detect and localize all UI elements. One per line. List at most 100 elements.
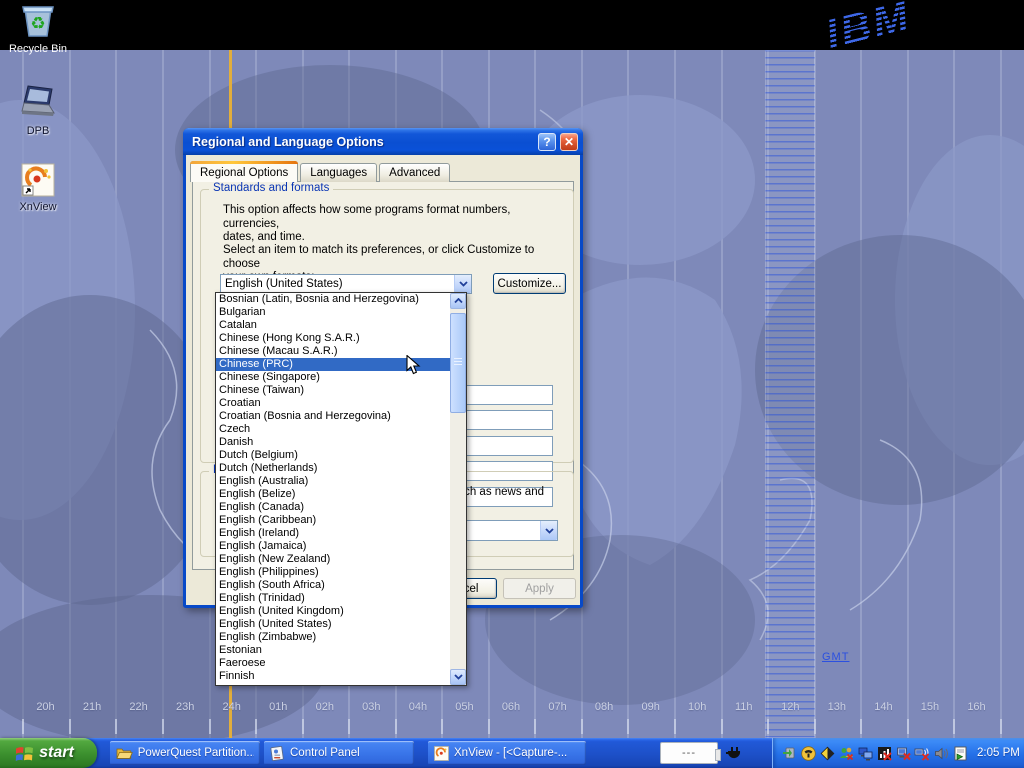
timezone-label: 08h: [590, 701, 618, 713]
timezone-tick: [115, 719, 117, 734]
timezone-label: 23h: [171, 701, 199, 713]
language-option[interactable]: English (Australia): [216, 475, 450, 488]
timezone-label: 02h: [311, 701, 339, 713]
language-option[interactable]: English (Canada): [216, 501, 450, 514]
desktop-icon-recycle-bin[interactable]: ♻ Recycle Bin: [0, 3, 76, 57]
folder-icon: [116, 746, 133, 760]
taskbar-task-powerquest[interactable]: PowerQuest Partition...: [110, 741, 260, 765]
language-option[interactable]: Dutch (Netherlands): [216, 462, 450, 475]
timezone-tick: [348, 719, 350, 734]
language-option[interactable]: Croatian (Bosnia and Herzegovina): [216, 410, 450, 423]
start-button[interactable]: start: [0, 738, 97, 768]
taskbar-clock[interactable]: 2:05 PM: [977, 747, 1020, 759]
language-option[interactable]: English (Jamaica): [216, 540, 450, 553]
timezone-tick: [69, 719, 71, 734]
network-disconnected-icon[interactable]: [895, 745, 911, 761]
dialup-icon[interactable]: [800, 745, 816, 761]
language-option[interactable]: Dutch (Belgium): [216, 449, 450, 462]
language-option[interactable]: English (Belize): [216, 488, 450, 501]
language-option[interactable]: Bosnian (Latin, Bosnia and Herzegovina): [216, 293, 450, 306]
timezone-label: 07h: [544, 701, 572, 713]
chevron-down-icon[interactable]: [540, 521, 557, 540]
ac-plug-icon: [725, 745, 743, 761]
language-option[interactable]: English (Caribbean): [216, 514, 450, 527]
customize-button[interactable]: Customize...: [493, 273, 566, 294]
timezone-label: 12h: [776, 701, 804, 713]
timezone-tick: [860, 719, 862, 734]
volume-icon[interactable]: [933, 745, 949, 761]
timezone-label: 11h: [730, 701, 758, 713]
windows-flag-icon: [15, 745, 34, 762]
ibm-logo: IBM: [821, 0, 961, 50]
dialog-titlebar[interactable]: Regional and Language Options ? ✕: [183, 128, 583, 155]
timezone-tick: [22, 719, 24, 734]
language-option[interactable]: Bulgarian: [216, 306, 450, 319]
timezone-tick: [721, 719, 723, 734]
language-option[interactable]: Czech: [216, 423, 450, 436]
scheduler-icon[interactable]: [952, 745, 968, 761]
system-tray: 2:05 PM: [772, 738, 1024, 768]
scroll-up-icon[interactable]: [450, 293, 466, 309]
format-combobox-value: English (United States): [221, 278, 454, 290]
graph-error-icon[interactable]: [876, 745, 892, 761]
language-option[interactable]: Chinese (Hong Kong S.A.R.): [216, 332, 450, 345]
removable-hardware-icon[interactable]: [781, 745, 797, 761]
desktop-icon-dpb[interactable]: DPB: [0, 83, 76, 139]
tab-advanced[interactable]: Advanced: [379, 163, 450, 182]
offline-users-icon[interactable]: [838, 745, 854, 761]
wireless-disconnected-icon[interactable]: [914, 745, 930, 761]
taskbar-task-xnview[interactable]: XnView - [<Capture-...: [428, 741, 586, 765]
desktop-icon-label: DPB: [27, 125, 50, 137]
language-option[interactable]: Croatian: [216, 397, 450, 410]
timezone-tick: [907, 719, 909, 734]
language-option[interactable]: English (Zimbabwe): [216, 631, 450, 644]
apply-button: Apply: [503, 578, 576, 599]
scroll-down-icon[interactable]: [450, 669, 466, 685]
timezone-tick: [302, 719, 304, 734]
format-combobox[interactable]: English (United States): [220, 274, 472, 294]
language-option[interactable]: Faeroese: [216, 657, 450, 670]
network-icon[interactable]: [857, 745, 873, 761]
language-option[interactable]: English (South Africa): [216, 579, 450, 592]
xnview-shortcut-icon: [21, 163, 55, 197]
chevron-down-icon[interactable]: [454, 275, 471, 293]
taskbar: start PowerQuest Partition... Control Pa…: [0, 738, 1024, 768]
language-option[interactable]: English (United Kingdom): [216, 605, 450, 618]
timezone-label: 01h: [264, 701, 292, 713]
close-button[interactable]: ✕: [560, 133, 578, 151]
scrollbar-thumb[interactable]: [450, 313, 466, 413]
timezone-label: 06h: [497, 701, 525, 713]
timezone-label: 24h: [218, 701, 246, 713]
scrollbar[interactable]: [450, 293, 466, 685]
language-option[interactable]: Danish: [216, 436, 450, 449]
timezone-tick: [674, 719, 676, 734]
timezone-tick: [581, 719, 583, 734]
language-option[interactable]: English (Philippines): [216, 566, 450, 579]
language-option[interactable]: English (New Zealand): [216, 553, 450, 566]
language-option[interactable]: Finnish: [216, 670, 450, 683]
desktop-icon-xnview[interactable]: XnView: [0, 163, 76, 215]
desktop-icon-label: Recycle Bin: [9, 43, 67, 55]
xnview-icon: [434, 746, 449, 761]
timezone-tick: [488, 719, 490, 734]
language-option[interactable]: Estonian: [216, 644, 450, 657]
language-option[interactable]: English (United States): [216, 618, 450, 631]
tab-regional-options[interactable]: Regional Options: [190, 161, 298, 182]
gmt-label: GMT: [822, 651, 849, 663]
task-label: XnView - [<Capture-...: [454, 747, 567, 759]
timezone-label: 09h: [637, 701, 665, 713]
timezone-label: 04h: [404, 701, 432, 713]
battery-meter-icon[interactable]: ---: [660, 742, 718, 764]
taskbar-task-control-panel[interactable]: Control Panel: [264, 741, 414, 765]
language-option[interactable]: English (Trinidad): [216, 592, 450, 605]
tab-languages[interactable]: Languages: [300, 163, 377, 182]
language-option[interactable]: Chinese (Taiwan): [216, 384, 450, 397]
language-option[interactable]: Catalan: [216, 319, 450, 332]
top-strip: IBM: [0, 0, 1024, 50]
timezone-tick: [162, 719, 164, 734]
help-button[interactable]: ?: [538, 133, 556, 151]
language-option[interactable]: English (Ireland): [216, 527, 450, 540]
timezone-label: 22h: [125, 701, 153, 713]
timezone-label: 05h: [450, 701, 478, 713]
power-meter-icon[interactable]: [819, 745, 835, 761]
